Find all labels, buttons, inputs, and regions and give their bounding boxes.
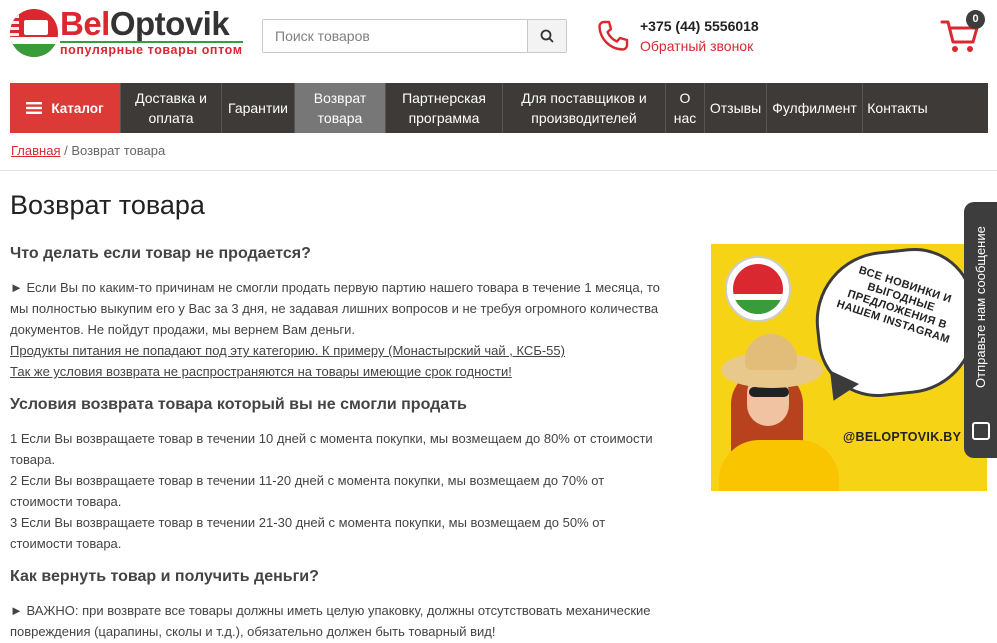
- nav-item-partner-program[interactable]: Партнерская программа: [385, 83, 502, 133]
- logo-emblem: [10, 9, 58, 57]
- logo-tagline: популярные товары оптом: [60, 41, 243, 57]
- nav-item-delivery[interactable]: Доставка и оплата: [120, 83, 221, 133]
- feedback-tab-label: Отправьте нам сообщение: [973, 226, 988, 388]
- section-title-unsold: Что делать если товар не продается?: [10, 245, 311, 262]
- search-icon: [540, 29, 554, 43]
- truck-icon: [24, 20, 48, 35]
- phone-icon: [598, 20, 629, 51]
- section-text-how-to-return: ► ВАЖНО: при возврате все товары должны …: [10, 603, 651, 639]
- section-title-conditions: Условия возврата товара который вы не см…: [10, 396, 467, 413]
- page-title: Возврат товара: [10, 190, 205, 220]
- banner-model-image: [719, 440, 839, 491]
- section-title-how-to-return: Как вернуть товар и получить деньги?: [10, 568, 319, 585]
- nav-item-contacts[interactable]: Контакты: [862, 83, 932, 133]
- nav-item-reviews[interactable]: Отзывы: [704, 83, 766, 133]
- breadcrumb-current: Возврат товара: [71, 143, 166, 158]
- menu-icon: [26, 102, 43, 114]
- logo-wordmark: BelOptovik: [60, 5, 230, 42]
- cart-count-badge: 0: [966, 10, 985, 29]
- nav-item-guarantees[interactable]: Гарантии: [221, 83, 294, 133]
- breadcrumb-divider: [0, 170, 997, 171]
- breadcrumb-home-link[interactable]: Главная: [11, 143, 60, 158]
- section-text-unsold: ► Если Вы по каким-то причинам не смогли…: [10, 280, 660, 337]
- nav-item-fulfillment[interactable]: Фулфилмент: [766, 83, 862, 133]
- search-form: [262, 19, 567, 53]
- food-exclusion-link[interactable]: Продукты питания не попадают под эту кат…: [10, 340, 670, 361]
- instagram-handle: @BELOPTOVIK.BY: [843, 430, 962, 444]
- callback-link[interactable]: Обратный звонок: [640, 38, 753, 54]
- message-icon: [972, 422, 990, 440]
- banner-logo: [725, 256, 791, 322]
- catalog-button[interactable]: Каталог: [10, 83, 120, 133]
- condition-item-2: 2 Если Вы возвращаете товар в течении 11…: [10, 473, 605, 509]
- search-button[interactable]: [527, 20, 566, 52]
- phone-number[interactable]: +375 (44) 5556018: [640, 18, 759, 34]
- catalog-label: Каталог: [51, 100, 104, 116]
- condition-item-1: 1 Если Вы возвращаете товар в течении 10…: [10, 431, 653, 467]
- search-input[interactable]: [263, 20, 527, 52]
- nav-item-returns[interactable]: Возврат товара: [294, 83, 385, 133]
- breadcrumb-separator: /: [60, 143, 72, 158]
- main-nav: Каталог Доставка и оплата Гарантии Возвра…: [10, 83, 988, 133]
- site-logo[interactable]: BelOptovik популярные товары оптом: [10, 5, 243, 58]
- breadcrumb: Главная / Возврат товара: [11, 143, 165, 158]
- expiry-exclusion-link[interactable]: Так же условия возврата не распространяю…: [10, 361, 670, 382]
- instagram-banner[interactable]: ВСЕ НОВИНКИ И ВЫГОДНЫЕ ПРЕДЛОЖЕНИЯ В НАШ…: [711, 244, 987, 491]
- nav-item-about[interactable]: Онас: [665, 83, 704, 133]
- condition-item-3: 3 Если Вы возвращаете товар в течении 21…: [10, 515, 606, 551]
- site-header: BelOptovik популярные товары оптом +375 …: [0, 0, 997, 80]
- nav-item-suppliers[interactable]: Для поставщиков и производителей: [502, 83, 665, 133]
- article-content: Что делать если товар не продается? ► Ес…: [10, 243, 670, 642]
